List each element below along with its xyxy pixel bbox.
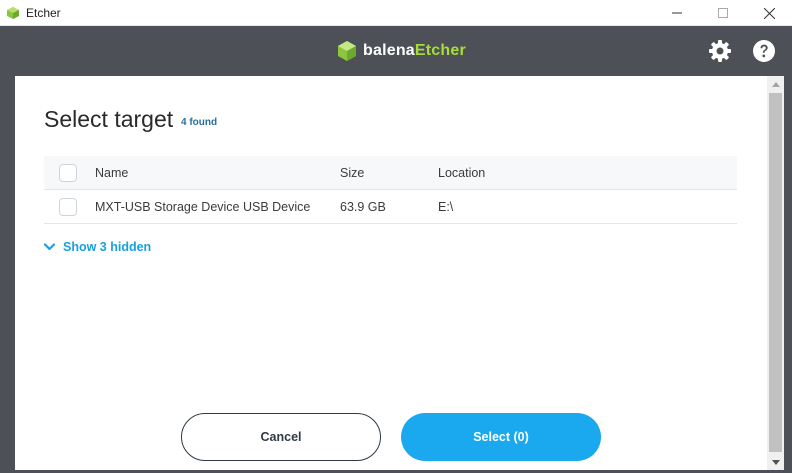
app-icon <box>6 6 20 20</box>
table-header: Name Size Location <box>44 156 737 190</box>
minimize-icon <box>672 12 682 14</box>
arrow-down-icon <box>771 459 780 465</box>
cube-icon <box>338 41 356 61</box>
frame-right <box>784 76 792 473</box>
select-target-modal: Select target 4 found Name Size Location… <box>15 76 767 470</box>
maximize-icon <box>718 8 728 18</box>
select-all-checkbox[interactable] <box>59 163 77 182</box>
drive-table: Name Size Location MXT-USB Storage Devic… <box>44 156 737 224</box>
close-button[interactable] <box>746 0 792 26</box>
column-location: Location <box>438 165 486 180</box>
close-icon <box>763 7 775 19</box>
vertical-scrollbar[interactable] <box>767 76 784 470</box>
show-hidden-toggle[interactable]: Show 3 hidden <box>44 240 151 254</box>
brand-balena: balena <box>363 42 415 59</box>
row-checkbox[interactable] <box>59 197 77 216</box>
select-button[interactable]: Select (0) <box>401 413 601 461</box>
drive-size: 63.9 GB <box>340 199 386 214</box>
column-name: Name <box>95 165 129 180</box>
modal-title: Select target <box>44 106 174 132</box>
found-count: 4 found <box>181 117 218 128</box>
window-controls <box>654 0 792 26</box>
arrow-up-icon <box>771 81 780 87</box>
brand-etcher: Etcher <box>414 42 466 59</box>
scroll-thumb[interactable] <box>769 93 782 452</box>
help-icon <box>753 40 775 62</box>
settings-button[interactable] <box>708 39 732 63</box>
show-hidden-label: Show 3 hidden <box>63 240 152 254</box>
drive-name: MXT-USB Storage Device USB Device <box>95 199 311 214</box>
frame-left <box>0 76 15 473</box>
gear-icon <box>709 40 731 62</box>
brand-logo: balena Etcher <box>337 38 466 64</box>
window-title: Etcher <box>26 5 61 20</box>
help-button[interactable] <box>752 39 776 63</box>
chevron-down-icon <box>44 243 55 251</box>
window-titlebar: Etcher <box>0 0 792 26</box>
scroll-down-button[interactable] <box>767 454 784 470</box>
column-size: Size <box>340 165 365 180</box>
maximize-button[interactable] <box>700 0 746 26</box>
app-header: balena Etcher <box>0 26 792 76</box>
drive-location: E:\ <box>438 199 454 214</box>
cancel-button[interactable]: Cancel <box>181 413 381 461</box>
scroll-up-button[interactable] <box>767 76 784 92</box>
table-row[interactable]: MXT-USB Storage Device USB Device 63.9 G… <box>44 190 737 224</box>
minimize-button[interactable] <box>654 0 700 26</box>
